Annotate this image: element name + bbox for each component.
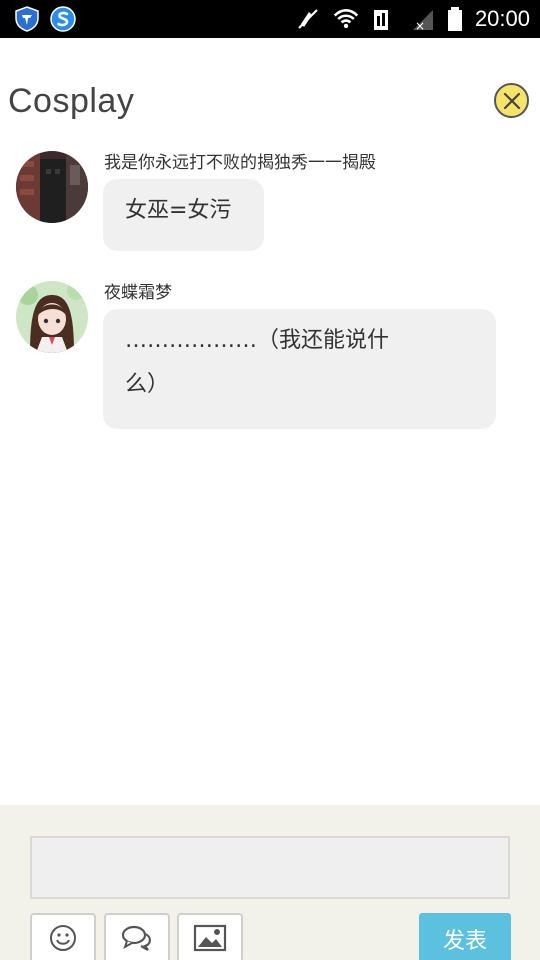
status-time: 20:00	[474, 6, 530, 31]
svg-text:×: ×	[415, 19, 425, 32]
status-bar-system-icons: × 20:00	[295, 4, 530, 34]
signal-icon: ×	[412, 10, 433, 32]
user-avatar[interactable]	[16, 281, 88, 353]
message-bubble: 女巫=女污	[103, 179, 264, 251]
chat-button[interactable]	[104, 913, 170, 960]
message-bubble: ………………（我还能说什 么）	[103, 309, 496, 429]
dark-avatar	[16, 151, 88, 223]
message-username: 我是你永远打不败的揭独秀一一揭殿	[104, 153, 376, 173]
battery-icon	[447, 7, 462, 31]
image-icon	[193, 924, 227, 952]
anime-girl-avatar	[16, 281, 88, 353]
message-text-line: 么）	[125, 372, 170, 397]
data-icon	[373, 10, 388, 30]
wifi-icon	[333, 9, 359, 29]
sogou-app-icon	[50, 6, 76, 32]
send-button[interactable]: 发表	[419, 913, 511, 960]
composer-panel: 发表	[0, 805, 540, 960]
status-bar-app-icons	[14, 6, 76, 32]
user-avatar[interactable]	[16, 151, 88, 223]
emoji-button[interactable]	[30, 913, 96, 960]
message-username: 夜蝶霜梦	[104, 283, 172, 303]
image-button[interactable]	[177, 913, 243, 960]
shield-app-icon	[15, 6, 39, 32]
close-icon	[503, 92, 520, 109]
chat-bubbles-icon	[121, 925, 151, 951]
comment-input[interactable]	[30, 836, 510, 899]
emoji-icon	[50, 925, 76, 951]
close-button[interactable]	[494, 83, 529, 118]
status-bar: × 20:00	[0, 0, 540, 38]
mute-icon	[298, 9, 318, 29]
message-text-line: ………………（我还能说什	[125, 328, 390, 353]
page-title: Cosplay	[8, 82, 135, 120]
